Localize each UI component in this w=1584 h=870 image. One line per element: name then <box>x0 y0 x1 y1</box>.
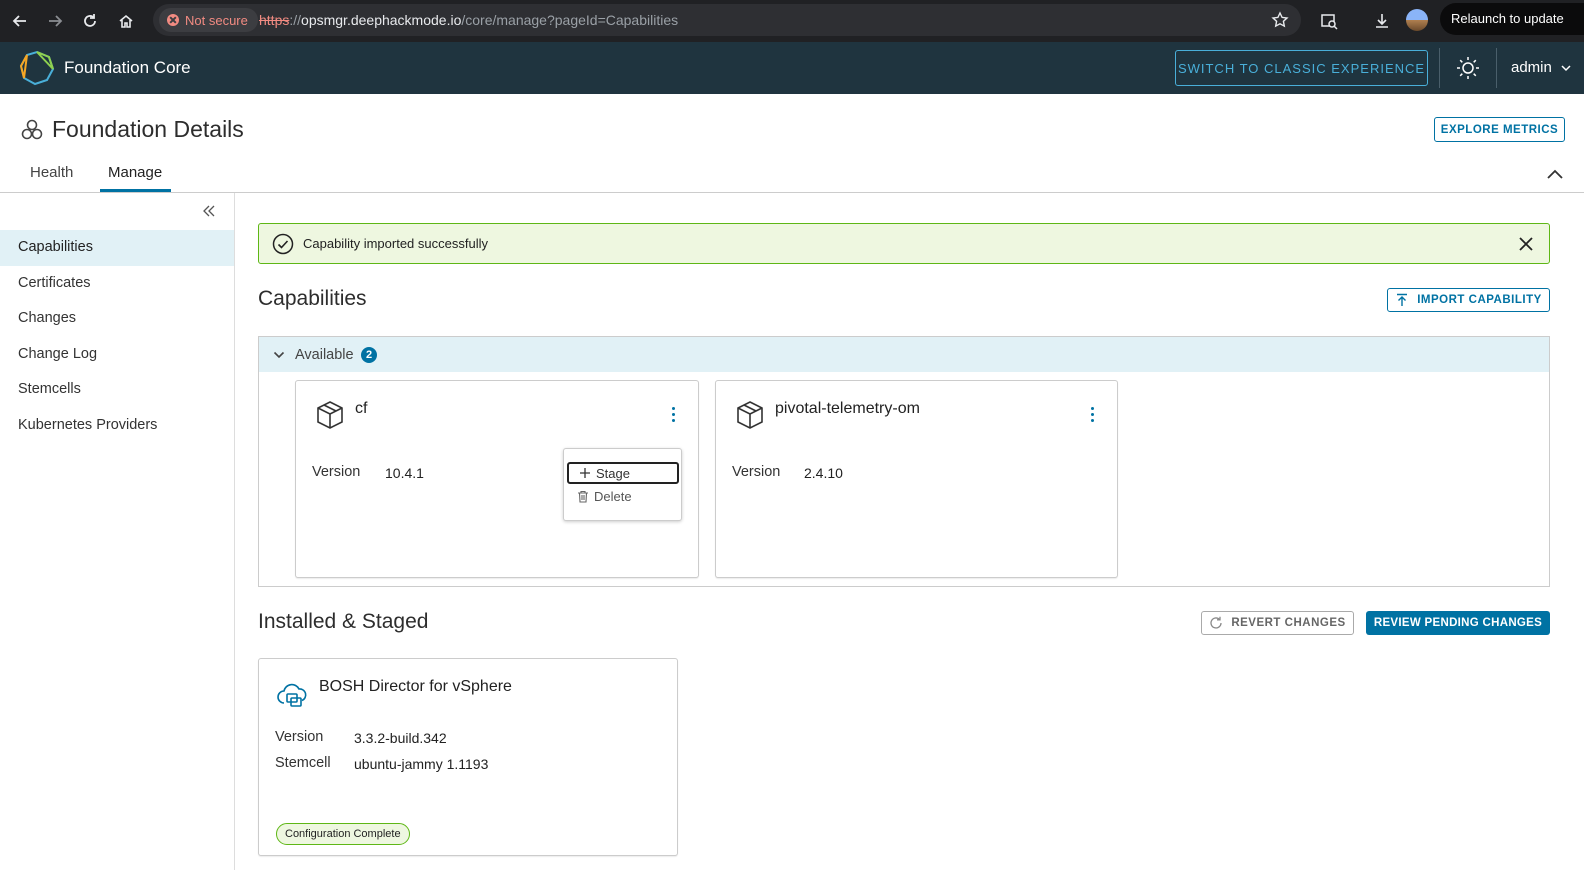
not-secure-label: Not secure <box>185 12 248 28</box>
import-capability-button[interactable]: IMPORT CAPABILITY <box>1387 288 1550 312</box>
revert-changes-button[interactable]: REVERT CHANGES <box>1201 611 1354 635</box>
capabilities-title: Capabilities <box>258 287 367 310</box>
revert-icon <box>1210 616 1222 629</box>
installed-name: BOSH Director for vSphere <box>319 678 512 695</box>
url-separator: :// <box>289 12 302 28</box>
sidebar-item-stemcells[interactable]: Stemcells <box>0 372 234 408</box>
sidebar-item-change-log[interactable]: Change Log <box>0 337 234 373</box>
stage-menu-item[interactable]: Stage <box>567 462 679 484</box>
url-text: https://opsmgr.deephackmode.io/core/mana… <box>259 12 678 28</box>
stemcell-value: ubuntu-jammy 1.1193 <box>354 756 489 772</box>
delete-label: Delete <box>594 488 632 504</box>
app-header: Foundation Core SWITCH TO CLASSIC EXPERI… <box>0 42 1584 94</box>
sidebar-item-capabilities[interactable]: Capabilities <box>0 230 234 266</box>
review-pending-changes-button[interactable]: REVIEW PENDING CHANGES <box>1366 611 1550 635</box>
status-badge: Configuration Complete <box>276 823 410 845</box>
version-label: Version <box>275 729 324 745</box>
active-tab-indicator <box>100 189 171 192</box>
success-alert: Capability imported successfully <box>258 223 1550 264</box>
collapse-header-icon[interactable] <box>1545 166 1565 182</box>
available-label: Available <box>295 347 354 363</box>
package-icon <box>734 399 766 431</box>
chevron-down-icon <box>273 349 285 361</box>
cloud-icon <box>275 679 311 711</box>
capability-card: pivotal-telemetry-om Version 2.4.10 <box>715 380 1118 578</box>
version-value: 2.4.10 <box>804 465 843 481</box>
warning-icon <box>167 14 179 26</box>
relaunch-button[interactable]: Relaunch to update <box>1440 3 1584 35</box>
more-options-icon[interactable] <box>1091 407 1095 422</box>
version-value: 10.4.1 <box>385 465 424 481</box>
url-path: /core/manage?pageId=Capabilities <box>461 12 679 28</box>
app-title: Foundation Core <box>64 58 191 77</box>
foundation-logo-icon <box>19 50 55 86</box>
browser-toolbar: Not secure https://opsmgr.deephackmode.i… <box>0 0 1584 42</box>
capability-name: pivotal-telemetry-om <box>775 400 920 417</box>
user-menu[interactable]: admin <box>1511 59 1572 76</box>
alert-message: Capability imported successfully <box>303 236 488 251</box>
tab-health[interactable]: Health <box>30 164 73 181</box>
stemcell-label: Stemcell <box>275 755 331 771</box>
explore-metrics-button[interactable]: EXPLORE METRICS <box>1434 117 1565 142</box>
theme-toggle-icon[interactable] <box>1456 56 1480 80</box>
back-icon[interactable] <box>6 7 34 35</box>
security-chip[interactable]: Not secure <box>159 8 258 32</box>
capability-actions-menu: Stage Delete <box>563 448 682 521</box>
reload-icon[interactable] <box>76 7 104 35</box>
sidebar-item-changes[interactable]: Changes <box>0 301 234 337</box>
tab-search-icon[interactable] <box>1315 7 1343 35</box>
forward-icon[interactable] <box>41 7 69 35</box>
revert-changes-label: REVERT CHANGES <box>1231 617 1346 629</box>
tab-manage[interactable]: Manage <box>108 164 162 181</box>
sidebar-item-certificates[interactable]: Certificates <box>0 266 234 302</box>
foundation-icon <box>20 118 44 142</box>
installed-card: BOSH Director for vSphere Version 3.3.2-… <box>258 658 678 856</box>
version-value: 3.3.2-build.342 <box>354 730 447 746</box>
collapse-sidebar-icon[interactable] <box>201 203 217 219</box>
url-host: opsmgr.deephackmode.io <box>301 12 462 28</box>
url-protocol: https <box>259 12 290 28</box>
version-label: Version <box>312 464 361 480</box>
capability-name: cf <box>355 400 368 417</box>
page-title: Foundation Details <box>52 116 244 142</box>
page-header: Foundation Details <box>20 116 244 143</box>
upload-icon <box>1397 293 1408 306</box>
trash-icon <box>578 490 588 503</box>
delete-menu-item[interactable]: Delete <box>567 485 679 507</box>
relaunch-label: Relaunch to update <box>1451 11 1564 26</box>
chevron-down-icon <box>1561 64 1571 71</box>
switch-classic-button[interactable]: SWITCH TO CLASSIC EXPERIENCE <box>1175 50 1428 86</box>
package-icon <box>314 399 346 431</box>
download-icon[interactable] <box>1368 7 1396 35</box>
address-bar[interactable]: Not secure https://opsmgr.deephackmode.i… <box>153 4 1301 36</box>
page-tabs: Health Manage <box>0 156 1584 193</box>
stage-label: Stage <box>596 465 630 481</box>
available-count-badge: 2 <box>361 347 377 363</box>
more-options-icon[interactable] <box>672 407 676 422</box>
available-header[interactable]: Available 2 <box>259 337 1549 372</box>
sidebar: Capabilities Certificates Changes Change… <box>0 193 235 870</box>
check-circle-icon <box>272 233 294 255</box>
close-icon[interactable] <box>1518 236 1534 252</box>
import-capability-label: IMPORT CAPABILITY <box>1417 294 1542 306</box>
user-name: admin <box>1511 59 1552 76</box>
installed-staged-title: Installed & Staged <box>258 610 429 633</box>
header-divider <box>1439 48 1440 88</box>
profile-avatar[interactable] <box>1406 9 1428 31</box>
version-label: Version <box>732 464 781 480</box>
home-icon[interactable] <box>112 7 140 35</box>
sidebar-item-kubernetes-providers[interactable]: Kubernetes Providers <box>0 408 234 444</box>
header-divider <box>1496 48 1497 88</box>
plus-icon <box>580 468 590 478</box>
bookmark-star-icon[interactable] <box>1271 11 1289 29</box>
